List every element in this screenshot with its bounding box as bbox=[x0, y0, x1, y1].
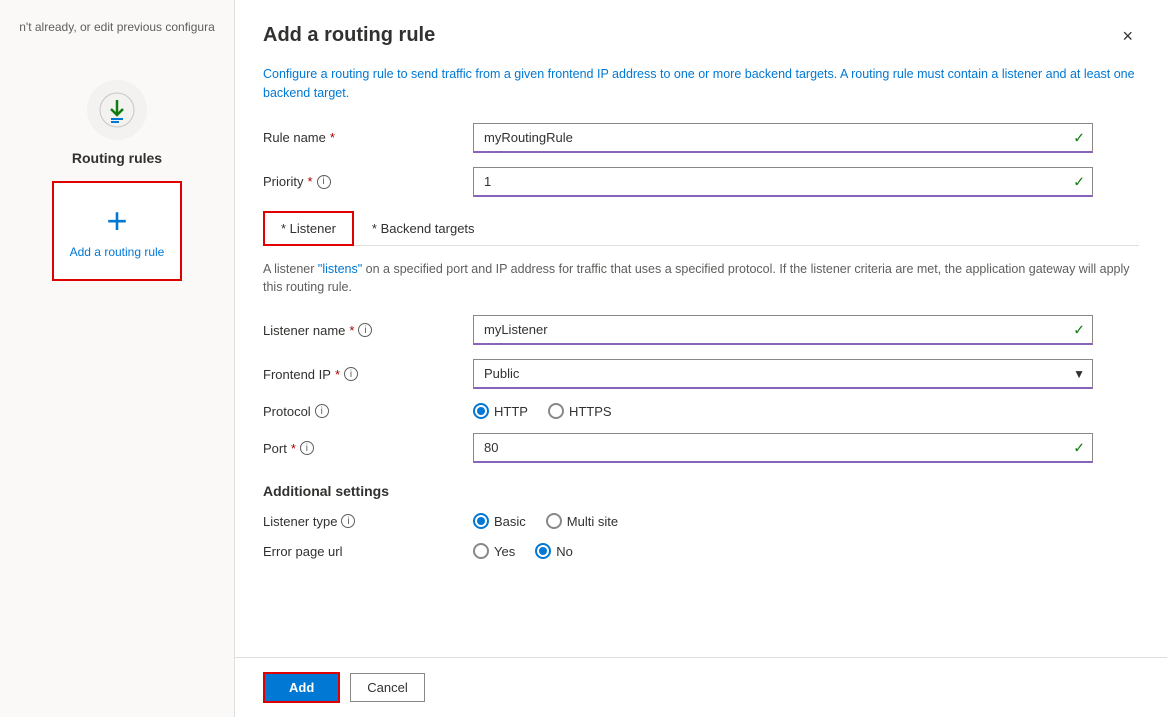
port-row: Port * i ✓ bbox=[263, 433, 1139, 463]
dialog-title: Add a routing rule bbox=[263, 24, 435, 47]
rule-name-row: Rule name * ✓ bbox=[263, 123, 1139, 153]
routing-rules-icon bbox=[87, 80, 147, 140]
protocol-info-icon: i bbox=[315, 404, 329, 418]
priority-row: Priority * i ✓ bbox=[263, 167, 1139, 197]
cancel-button[interactable]: Cancel bbox=[350, 673, 424, 702]
frontend-ip-label: Frontend IP * i bbox=[263, 367, 473, 382]
error-page-url-no-radio[interactable] bbox=[535, 543, 551, 559]
close-button[interactable]: × bbox=[1116, 24, 1139, 49]
tab-listener[interactable]: * Listener bbox=[263, 211, 354, 246]
dialog-header: Add a routing rule × bbox=[263, 24, 1139, 49]
add-routing-rule-card[interactable]: + Add a routing rule bbox=[52, 181, 182, 281]
plus-icon: + bbox=[106, 203, 127, 239]
port-check-icon: ✓ bbox=[1073, 440, 1085, 457]
port-info-icon: i bbox=[300, 441, 314, 455]
listener-description: A listener "listens" on a specified port… bbox=[263, 260, 1139, 298]
listener-name-check-icon: ✓ bbox=[1073, 322, 1085, 339]
priority-input[interactable] bbox=[473, 167, 1093, 197]
listener-type-radio-group: Basic Multi site bbox=[473, 513, 618, 529]
listener-type-label: Listener type i bbox=[263, 514, 473, 529]
priority-check-icon: ✓ bbox=[1073, 173, 1085, 190]
sidebar: n't already, or edit previous configura … bbox=[0, 0, 235, 717]
rule-name-check-icon: ✓ bbox=[1073, 129, 1085, 146]
main-panel: Add a routing rule × Configure a routing… bbox=[235, 0, 1167, 717]
port-label: Port * i bbox=[263, 441, 473, 456]
protocol-radio-group: HTTP HTTPS bbox=[473, 403, 612, 419]
priority-label: Priority * i bbox=[263, 174, 473, 189]
protocol-http-option[interactable]: HTTP bbox=[473, 403, 528, 419]
error-page-url-label: Error page url bbox=[263, 544, 473, 559]
sidebar-top-text: n't already, or edit previous configura bbox=[0, 10, 234, 44]
frontend-ip-info-icon: i bbox=[344, 367, 358, 381]
description-text: Configure a routing rule to send traffic… bbox=[263, 65, 1139, 103]
protocol-https-option[interactable]: HTTPS bbox=[548, 403, 612, 419]
add-routing-rule-card-label: Add a routing rule bbox=[70, 245, 165, 259]
error-page-url-radio-group: Yes No bbox=[473, 543, 573, 559]
protocol-row: Protocol i HTTP HTTPS bbox=[263, 403, 1139, 419]
protocol-https-radio[interactable] bbox=[548, 403, 564, 419]
priority-input-wrap: ✓ bbox=[473, 167, 1093, 197]
listener-type-row: Listener type i Basic Multi site bbox=[263, 513, 1139, 529]
frontend-ip-row: Frontend IP * i Public Private ▼ bbox=[263, 359, 1139, 389]
protocol-label: Protocol i bbox=[263, 404, 473, 419]
rule-name-input-wrap: ✓ bbox=[473, 123, 1093, 153]
tab-row: * Listener * Backend targets bbox=[263, 211, 1139, 246]
priority-info-icon: i bbox=[317, 175, 331, 189]
listener-name-row: Listener name * i ✓ bbox=[263, 315, 1139, 345]
add-button[interactable]: Add bbox=[263, 672, 340, 703]
dialog-footer: Add Cancel bbox=[235, 657, 1167, 717]
dialog: Add a routing rule × Configure a routing… bbox=[235, 0, 1167, 657]
frontend-ip-select[interactable]: Public Private bbox=[473, 359, 1093, 389]
error-page-url-yes-radio[interactable] bbox=[473, 543, 489, 559]
error-page-url-yes-option[interactable]: Yes bbox=[473, 543, 515, 559]
listener-name-info-icon: i bbox=[358, 323, 372, 337]
error-page-url-no-option[interactable]: No bbox=[535, 543, 573, 559]
frontend-ip-select-wrap: Public Private ▼ bbox=[473, 359, 1093, 389]
tab-backend-targets[interactable]: * Backend targets bbox=[354, 211, 493, 246]
listener-name-input-wrap: ✓ bbox=[473, 315, 1093, 345]
protocol-http-radio[interactable] bbox=[473, 403, 489, 419]
routing-rules-label: Routing rules bbox=[72, 150, 162, 166]
rule-name-input[interactable] bbox=[473, 123, 1093, 153]
port-input-wrap: ✓ bbox=[473, 433, 1093, 463]
listener-type-basic-radio[interactable] bbox=[473, 513, 489, 529]
listener-type-multisite-option[interactable]: Multi site bbox=[546, 513, 618, 529]
additional-settings-title: Additional settings bbox=[263, 483, 1139, 499]
port-input[interactable] bbox=[473, 433, 1093, 463]
rule-name-label: Rule name * bbox=[263, 130, 473, 145]
listener-name-label: Listener name * i bbox=[263, 323, 473, 338]
listener-type-info-icon: i bbox=[341, 514, 355, 528]
listener-name-input[interactable] bbox=[473, 315, 1093, 345]
listener-type-basic-option[interactable]: Basic bbox=[473, 513, 526, 529]
listener-type-multisite-radio[interactable] bbox=[546, 513, 562, 529]
error-page-url-row: Error page url Yes No bbox=[263, 543, 1139, 559]
